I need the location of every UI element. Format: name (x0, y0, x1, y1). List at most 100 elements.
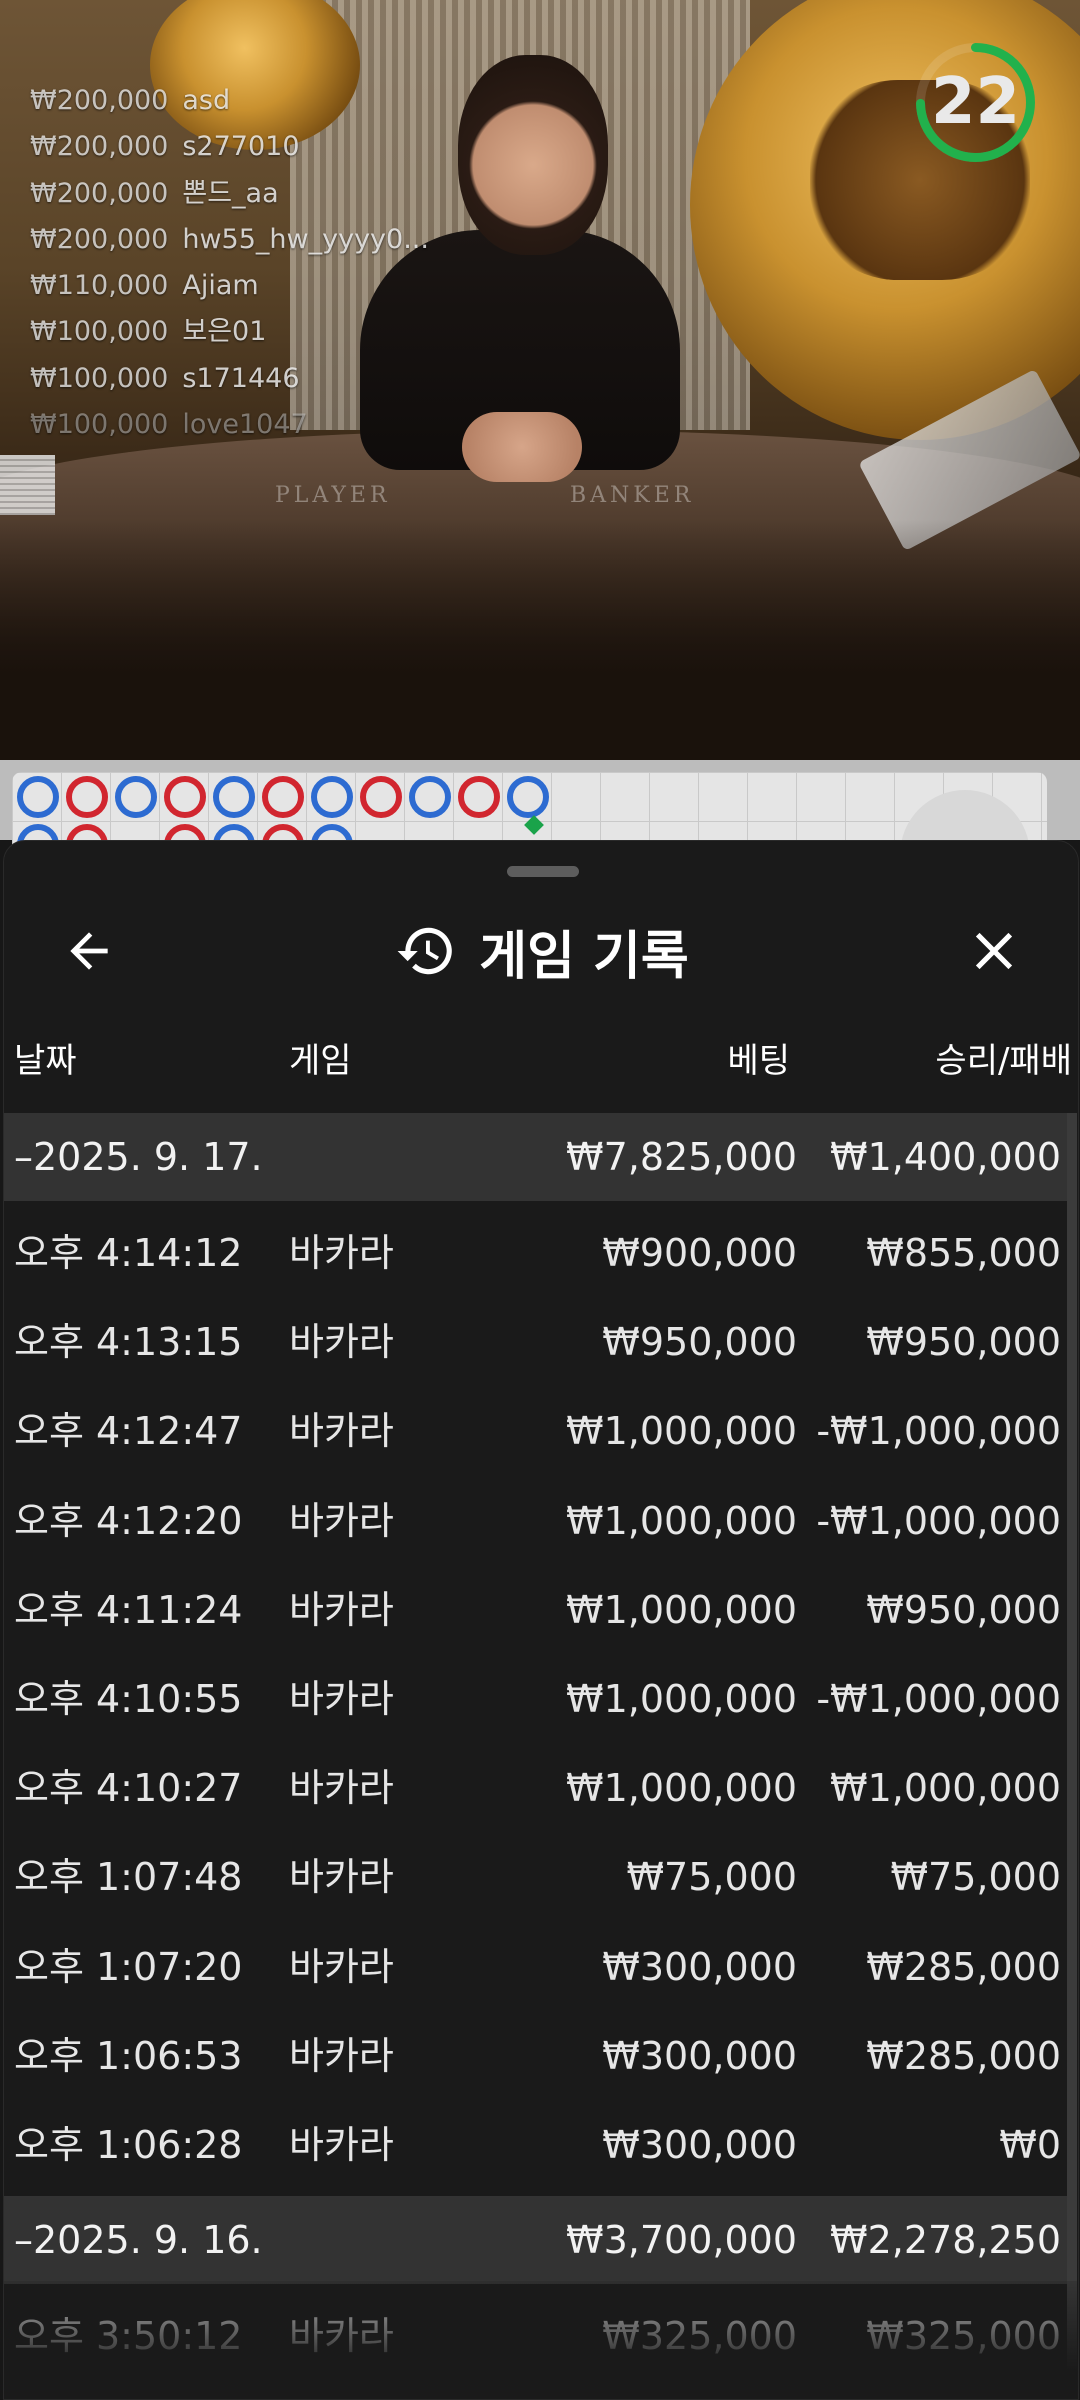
list-fade (4, 2281, 1078, 2399)
road-bead-banker: red (66, 776, 108, 818)
road-bead-player: blue (115, 776, 157, 818)
felt-label-banker: BANKER (570, 483, 695, 508)
date-group-row[interactable]: –2025. 9. 17. ₩7,825,000 ₩1,400,000 (4, 1113, 1067, 1201)
live-bet-feed: ₩200,000 asd ₩200,000 s277010 ₩200,000 뽄드_a… (30, 78, 429, 448)
group-date-text: 2025. 9. 16. (33, 2218, 263, 2263)
group-total-result: ₩1,400,000 (830, 1135, 1061, 1179)
sheet-title: 게임 기록 (479, 926, 689, 987)
table-row[interactable]: 오후 1:06:28 바카라 ₩300,000 ₩0 (4, 2101, 1067, 2190)
video-fade (0, 520, 1080, 760)
row-bet: ₩1,000,000 (566, 1676, 797, 1721)
table-row[interactable]: 오후 1:07:48 바카라 ₩75,000 ₩75,000 (4, 1833, 1067, 1922)
row-game: 바카라 (289, 1587, 394, 1632)
road-bead-player: blue (409, 776, 451, 818)
road-bead-banker: red (164, 776, 206, 818)
column-header-game: 게임 (289, 1041, 352, 1081)
bet-feed-item: ₩100,000 s171446 (30, 362, 300, 394)
timer-value: 22 (930, 65, 1021, 139)
row-result: ₩75,000 (890, 1855, 1061, 1900)
row-result: -₩1,000,000 (816, 1676, 1061, 1721)
bet-feed-item: ₩100,000 love1047 (30, 409, 308, 441)
row-bet: ₩1,000,000 (566, 1409, 797, 1454)
bet-feed-item: ₩110,000 Ajiam (30, 270, 259, 302)
table-row[interactable]: 오후 4:13:15 바카라 ₩950,000 ₩950,000 (4, 1298, 1067, 1387)
table-row[interactable]: 오후 4:11:24 바카라 ₩1,000,000 ₩950,000 (4, 1566, 1067, 1655)
live-video: PLAYER BANKER ₩200,000 asd ₩200,000 s27701… (0, 0, 1080, 760)
close-button[interactable] (954, 911, 1034, 991)
row-game: 바카라 (289, 1855, 394, 1900)
collapse-marker[interactable]: – (14, 1135, 33, 1179)
group-total-result: ₩2,278,250 (830, 2218, 1061, 2263)
row-game: 바카라 (289, 1676, 394, 1721)
table-row[interactable]: 오후 1:06:53 바카라 ₩300,000 ₩285,000 (4, 2012, 1067, 2101)
row-result: ₩285,000 (866, 2033, 1061, 2078)
table-header: 날짜 게임 베팅 승리/패배 (4, 1026, 1078, 1096)
road-bead-player: blue (213, 776, 255, 818)
collapse-marker[interactable]: – (14, 2218, 33, 2262)
row-bet: ₩300,000 (602, 1944, 797, 1989)
felt-label-player: PLAYER (275, 483, 391, 508)
date-group-row[interactable]: –2025. 9. 16. ₩3,700,000 ₩2,278,250 (4, 2196, 1067, 2285)
row-time: 오후 4:14:12 (14, 1231, 243, 1275)
table-row[interactable]: 오후 4:10:27 바카라 ₩1,000,000 ₩1,000,000 (4, 1744, 1067, 1833)
road-bead-player: blue (17, 776, 59, 818)
history-icon (397, 927, 453, 975)
table-row[interactable]: 오후 4:12:47 바카라 ₩1,000,000 -₩1,000,000 (4, 1387, 1067, 1476)
row-game: 바카라 (289, 1231, 394, 1275)
row-game: 바카라 (289, 1766, 394, 1811)
row-bet: ₩1,000,000 (566, 1498, 797, 1543)
road-bead-player: blue (507, 776, 549, 818)
row-time: 오후 4:12:20 (14, 1498, 243, 1543)
game-history-sheet: 게임 기록 날짜 게임 베팅 승리/패배 –2025. 9. 17. ₩7,825… (3, 840, 1079, 2400)
back-button[interactable] (49, 911, 129, 991)
row-time: 오후 4:10:27 (14, 1766, 243, 1811)
bet-feed-item: ₩200,000 asd (30, 85, 231, 116)
group-date-text: 2025. 9. 17. (33, 1135, 263, 1179)
row-result: ₩285,000 (866, 1944, 1061, 1989)
row-game: 바카라 (289, 1320, 394, 1365)
countdown-timer: 22 (913, 40, 1038, 165)
group-total-bet: ₩3,700,000 (566, 2218, 797, 2263)
road-bead-banker: red (262, 776, 304, 818)
row-time: 오후 4:10:55 (14, 1676, 243, 1721)
dealer-head (458, 55, 608, 255)
scrollbar[interactable] (1067, 1113, 1077, 2399)
row-result: ₩855,000 (866, 1231, 1061, 1275)
column-header-result: 승리/패배 (935, 1041, 1072, 1081)
dealer-hands (462, 412, 582, 482)
row-time: 오후 1:07:20 (14, 1944, 243, 1989)
row-result: ₩950,000 (866, 1320, 1061, 1365)
group-total-bet: ₩7,825,000 (566, 1135, 797, 1179)
row-game: 바카라 (289, 1944, 394, 1989)
row-result: ₩0 (999, 2122, 1061, 2167)
road-bead-banker: red (458, 776, 500, 818)
bet-feed-item: ₩200,000 s277010 (30, 131, 300, 163)
row-bet: ₩950,000 (602, 1320, 797, 1365)
row-result: ₩950,000 (866, 1587, 1061, 1632)
row-bet: ₩300,000 (602, 2122, 797, 2167)
history-table: –2025. 9. 17. ₩7,825,000 ₩1,400,000 오후 4:14… (4, 1113, 1067, 2387)
row-result: -₩1,000,000 (816, 1498, 1061, 1543)
row-bet: ₩1,000,000 (566, 1587, 797, 1632)
group-date: –2025. 9. 16. (14, 2196, 263, 2284)
table-row[interactable]: 오후 1:07:20 바카라 ₩300,000 ₩285,000 (4, 1923, 1067, 2012)
card-stack (0, 455, 55, 515)
table-row[interactable]: 오후 4:14:12 바카라 ₩900,000 ₩855,000 (4, 1209, 1067, 1298)
column-header-bet: 베팅 (727, 1041, 790, 1081)
sheet-header: 게임 기록 (4, 901, 1078, 1001)
row-bet: ₩900,000 (602, 1231, 797, 1275)
drag-handle[interactable] (507, 866, 579, 877)
column-header-date: 날짜 (14, 1041, 77, 1081)
row-game: 바카라 (289, 2033, 394, 2078)
table-row[interactable]: 오후 4:12:20 바카라 ₩1,000,000 -₩1,000,000 (4, 1477, 1067, 1566)
road-bead-player: blue (311, 776, 353, 818)
group-date: –2025. 9. 17. (14, 1113, 263, 1201)
bet-feed-item: ₩200,000 hw55_hw_yyyy0... (30, 223, 429, 255)
bet-feed-item: ₩100,000 보은01 (30, 316, 267, 348)
bet-feed-item: ₩200,000 뽄드_aa (30, 177, 279, 209)
table-row[interactable]: 오후 4:10:55 바카라 ₩1,000,000 -₩1,000,000 (4, 1655, 1067, 1744)
row-time: 오후 1:06:53 (14, 2033, 243, 2078)
row-time: 오후 4:12:47 (14, 1409, 243, 1454)
row-game: 바카라 (289, 1409, 394, 1454)
row-time: 오후 1:06:28 (14, 2122, 243, 2167)
